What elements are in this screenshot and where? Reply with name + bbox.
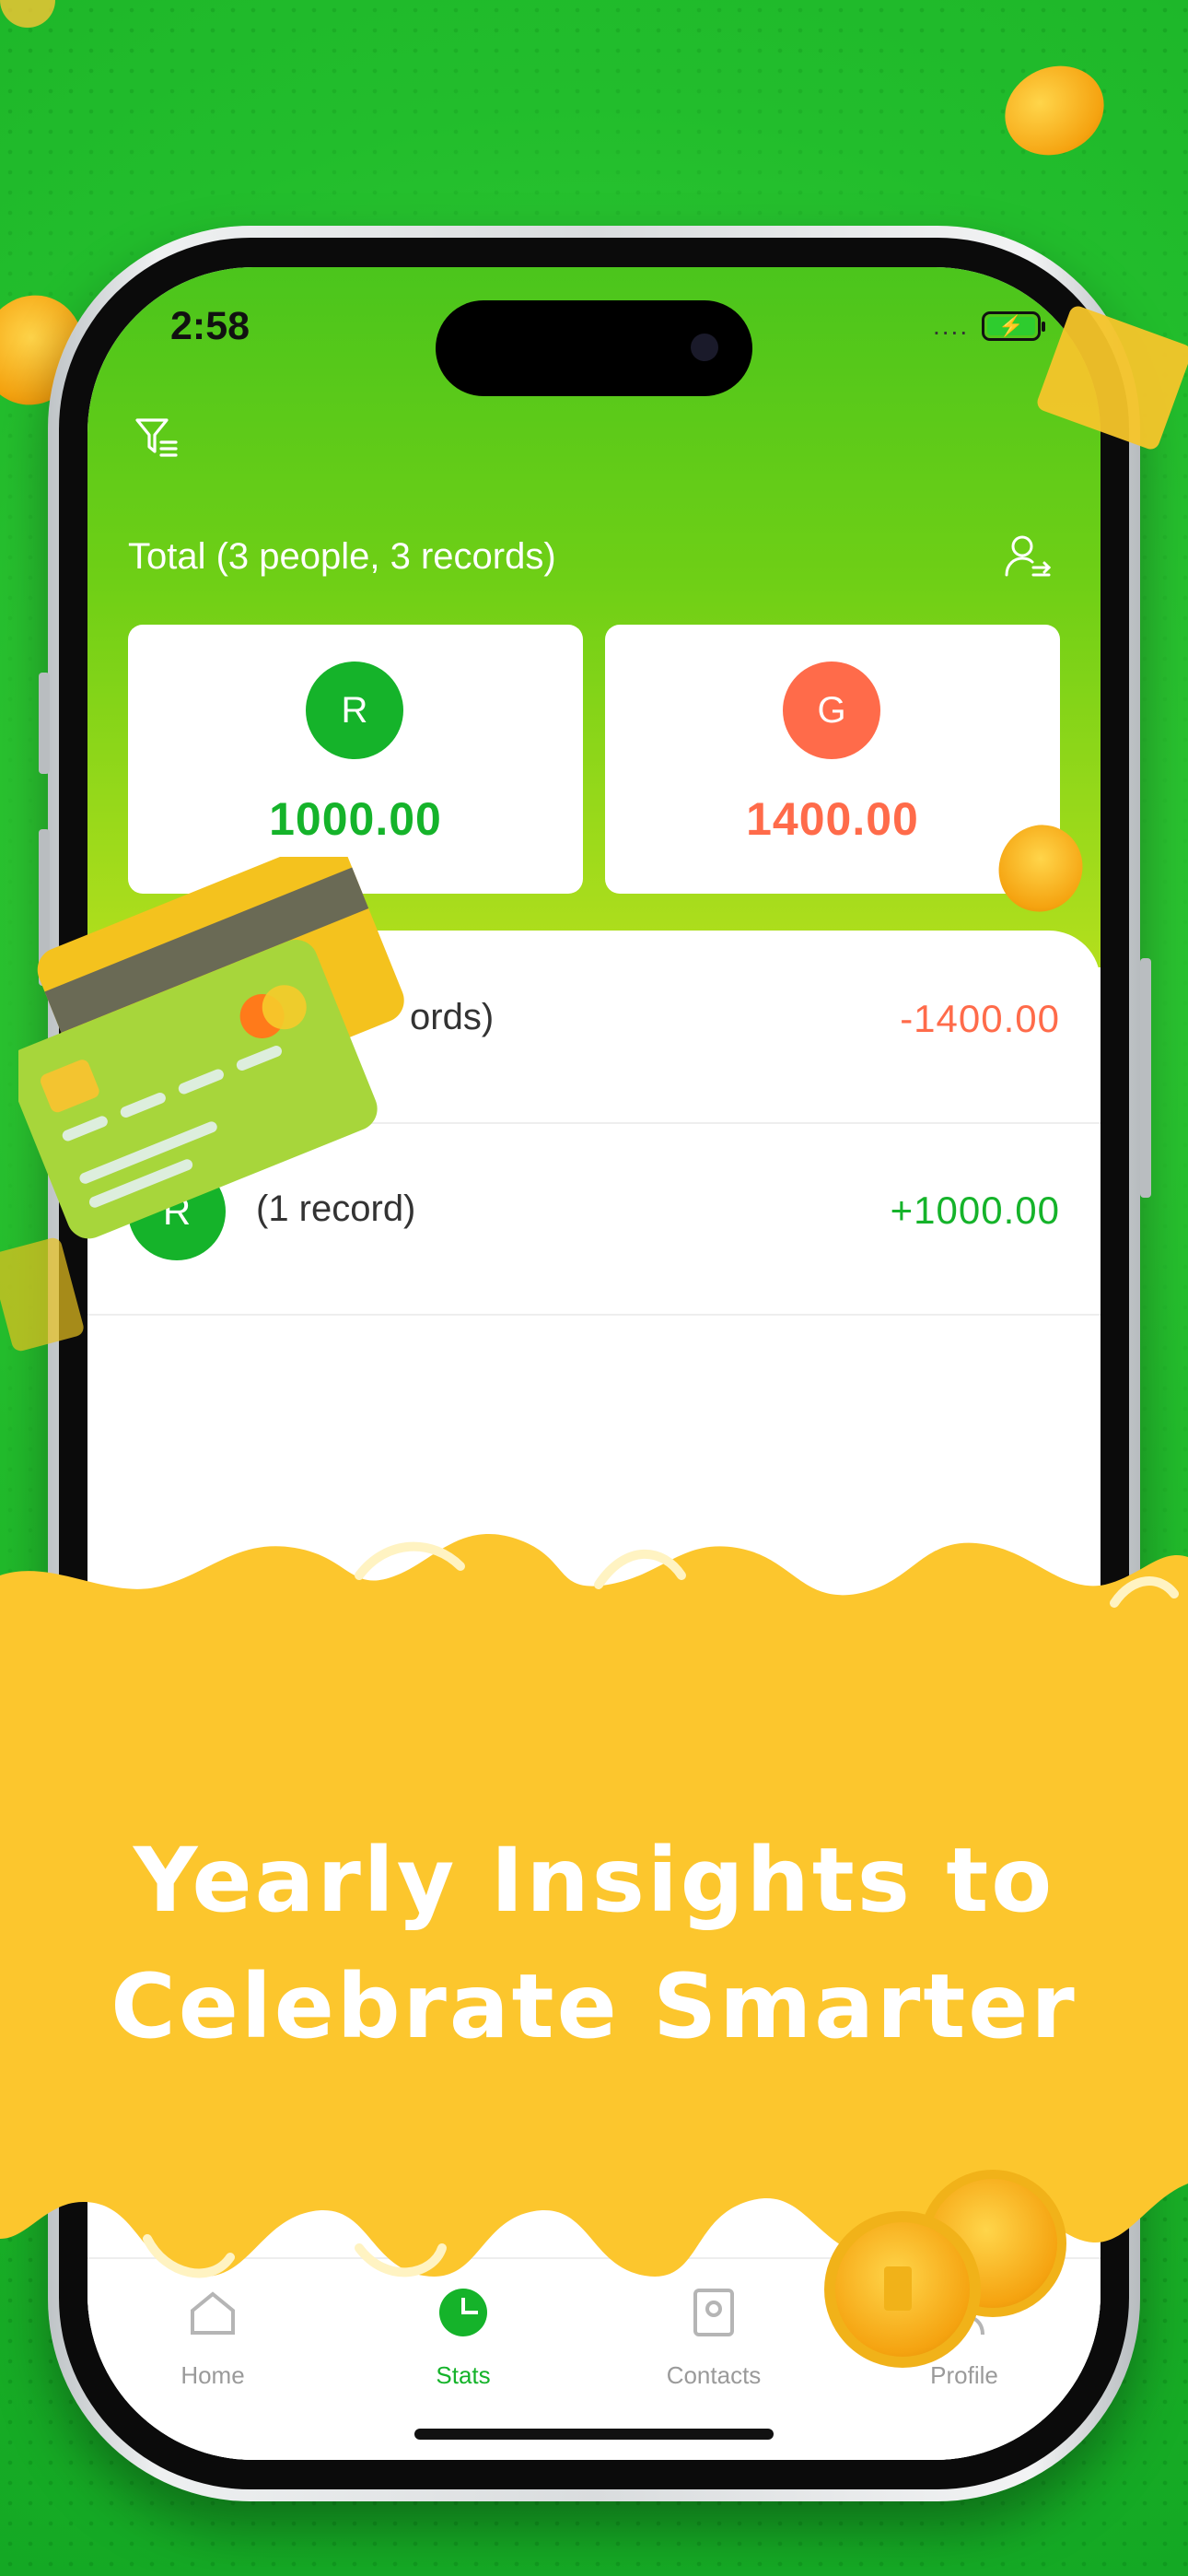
summary-card-r[interactable]: R 1000.00 — [128, 625, 583, 894]
record-value: +1000.00 — [890, 1188, 1060, 1232]
tab-label: Home — [181, 2361, 245, 2389]
credit-card-illustration — [18, 857, 404, 1239]
status-indicators: .... ⚡ — [933, 311, 1046, 341]
tab-label: Stats — [436, 2361, 491, 2389]
avatar: R — [306, 662, 403, 759]
phone-button — [39, 673, 50, 774]
summary-card-g[interactable]: G 1400.00 — [605, 625, 1060, 894]
tab-label: Contacts — [666, 2361, 762, 2389]
headline-line-1: Yearly Insights to — [133, 1829, 1055, 1932]
filter-icon[interactable] — [134, 415, 180, 461]
home-indicator — [414, 2429, 774, 2440]
battery-icon: ⚡ — [982, 311, 1046, 341]
status-time: 2:58 — [170, 304, 250, 348]
camera-icon — [691, 334, 718, 361]
card-amount: 1000.00 — [269, 793, 442, 845]
coin-decoration-bottom — [884, 2266, 912, 2311]
record-value: -1400.00 — [900, 997, 1060, 1040]
headline-line-2: Celebrate Smarter — [111, 1955, 1077, 2058]
total-summary-label: Total (3 people, 3 records) — [128, 536, 556, 577]
signal-icon: .... — [933, 311, 970, 340]
card-amount: 1400.00 — [746, 793, 919, 845]
phone-button — [1140, 958, 1151, 1198]
avatar: G — [783, 662, 880, 759]
switch-person-icon[interactable] — [1004, 533, 1052, 580]
